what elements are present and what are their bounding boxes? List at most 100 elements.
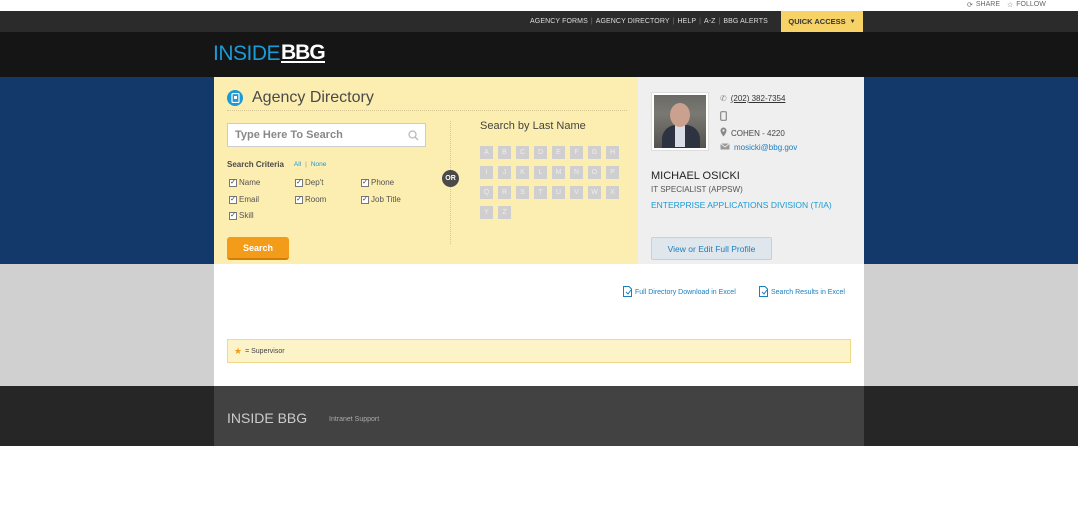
help-link[interactable]: HELP <box>677 18 696 25</box>
letter-button-h[interactable]: H <box>606 146 619 159</box>
letter-button-w[interactable]: W <box>588 186 601 199</box>
phone-link[interactable]: (202) 382-7354 <box>731 94 786 103</box>
profile-panel: ✆ (202) 382-7354 COHEN - 4220 mosicki@bb… <box>638 77 864 264</box>
full-directory-download-link[interactable]: Full Directory Download in Excel <box>623 286 736 299</box>
directory-title-text: Agency Directory <box>252 89 374 106</box>
legend-text: = Supervisor <box>245 347 285 355</box>
checkbox-dept[interactable]: ✓ Dep't <box>295 178 323 187</box>
letter-button-d[interactable]: D <box>534 146 547 159</box>
excel-file-icon <box>623 286 632 299</box>
photo-shirt <box>675 125 685 147</box>
letter-button-v[interactable]: V <box>570 186 583 199</box>
profile-division-link[interactable]: ENTERPRISE APPLICATIONS DIVISION (T/IA) <box>651 198 851 212</box>
select-none-link[interactable]: None <box>311 161 327 168</box>
checkbox-room[interactable]: ✓ Room <box>295 195 326 204</box>
letter-button-a[interactable]: A <box>480 146 493 159</box>
letter-button-o[interactable]: O <box>588 166 601 179</box>
star-icon: ☆ <box>1007 1 1014 9</box>
star-icon: ★ <box>234 345 243 356</box>
profile-room: COHEN - 4220 <box>720 127 785 139</box>
site-header: INSIDE BBG <box>0 32 1078 77</box>
select-all-link[interactable]: All <box>294 161 301 168</box>
letter-button-t[interactable]: T <box>534 186 547 199</box>
caret-down-icon: ▼ <box>849 18 856 25</box>
directory-panel: Agency Directory Search Criteria All | N… <box>214 77 638 264</box>
checkbox-checked-icon[interactable]: ✓ <box>361 178 369 187</box>
photo-image <box>654 95 706 148</box>
follow-link[interactable]: ☆ FOLLOW <box>1007 0 1046 9</box>
footer-title: INSIDE BBG <box>227 410 308 426</box>
search-results-download-link[interactable]: Search Results in Excel <box>759 286 845 299</box>
letter-button-y[interactable]: Y <box>480 206 493 219</box>
letter-button-z[interactable]: Z <box>498 206 511 219</box>
quick-access-button[interactable]: QUICK ACCESS ▼ <box>781 11 863 32</box>
share-icon: ⟳ <box>967 1 973 9</box>
checkbox-label: Room <box>305 195 327 204</box>
letter-button-k[interactable]: K <box>516 166 529 179</box>
profile-email: mosicki@bbg.gov <box>720 143 797 152</box>
letter-button-r[interactable]: R <box>498 186 511 199</box>
directory-title: Agency Directory <box>227 89 374 107</box>
letter-button-j[interactable]: J <box>498 166 511 179</box>
letter-button-n[interactable]: N <box>570 166 583 179</box>
checkbox-checked-icon[interactable]: ✓ <box>229 211 237 220</box>
inside-bbg-logo[interactable]: INSIDE BBG <box>213 41 326 66</box>
checkbox-checked-icon[interactable]: ✓ <box>229 195 237 204</box>
search-results-download-label: Search Results in Excel <box>771 289 845 296</box>
checkbox-job-title[interactable]: ✓ Job Title <box>361 195 401 204</box>
letter-button-i[interactable]: I <box>480 166 493 179</box>
letter-button-s[interactable]: S <box>516 186 529 199</box>
location-pin-icon <box>720 127 727 139</box>
search-input[interactable] <box>235 129 405 141</box>
supervisor-legend: ★ = Supervisor <box>227 339 851 363</box>
photo-face <box>670 103 690 127</box>
checkbox-name[interactable]: ✓ Name <box>229 178 260 187</box>
letter-button-q[interactable]: Q <box>480 186 493 199</box>
quick-access-label: QUICK ACCESS <box>788 17 846 26</box>
profile-photo <box>651 92 709 151</box>
letter-button-u[interactable]: U <box>552 186 565 199</box>
share-label: SHARE <box>975 1 1000 8</box>
suite-bar: ⟳ SHARE ☆ FOLLOW <box>0 0 1078 11</box>
letter-button-b[interactable]: B <box>498 146 511 159</box>
email-link[interactable]: mosicki@bbg.gov <box>734 143 797 152</box>
checkbox-email[interactable]: ✓ Email <box>229 195 259 204</box>
checkbox-label: Skill <box>239 211 254 220</box>
room-text: COHEN - 4220 <box>731 128 785 138</box>
agency-forms-link[interactable]: AGENCY FORMS <box>530 18 588 25</box>
search-button[interactable]: Search <box>227 237 289 260</box>
mobile-icon <box>720 111 727 123</box>
letter-button-c[interactable]: C <box>516 146 529 159</box>
profile-mobile <box>720 111 727 123</box>
or-badge: OR <box>442 170 459 187</box>
checkbox-checked-icon[interactable]: ✓ <box>295 195 303 204</box>
search-icon[interactable] <box>408 130 419 144</box>
phone-icon: ✆ <box>720 94 727 103</box>
letter-button-e[interactable]: E <box>552 146 565 159</box>
letter-button-g[interactable]: G <box>588 146 601 159</box>
bbg-alerts-link[interactable]: BBG ALERTS <box>723 18 767 25</box>
title-divider <box>227 110 627 111</box>
checkbox-checked-icon[interactable]: ✓ <box>361 195 369 204</box>
footer-inner: INSIDE BBG Intranet Support <box>214 386 864 446</box>
checkbox-checked-icon[interactable]: ✓ <box>229 178 237 187</box>
letter-button-f[interactable]: F <box>570 146 583 159</box>
letter-button-p[interactable]: P <box>606 166 619 179</box>
checkbox-phone[interactable]: ✓ Phone <box>361 178 394 187</box>
logo-bbg: BBG <box>281 41 326 64</box>
letter-button-l[interactable]: L <box>534 166 547 179</box>
agency-directory-link[interactable]: AGENCY DIRECTORY <box>596 18 670 25</box>
intranet-support-link[interactable]: Intranet Support <box>329 416 379 423</box>
view-edit-profile-button[interactable]: View or Edit Full Profile <box>651 237 772 260</box>
separator: | <box>305 161 307 168</box>
letter-button-x[interactable]: X <box>606 186 619 199</box>
separator: | <box>672 18 675 25</box>
share-link[interactable]: ⟳ SHARE <box>967 0 1000 9</box>
checkbox-label: Job Title <box>371 195 401 204</box>
a-z-link[interactable]: A-Z <box>704 18 716 25</box>
criteria-label: Search Criteria <box>227 160 284 169</box>
follow-label: FOLLOW <box>1016 1 1046 8</box>
checkbox-checked-icon[interactable]: ✓ <box>295 178 303 187</box>
letter-button-m[interactable]: M <box>552 166 565 179</box>
checkbox-skill[interactable]: ✓ Skill <box>229 211 254 220</box>
